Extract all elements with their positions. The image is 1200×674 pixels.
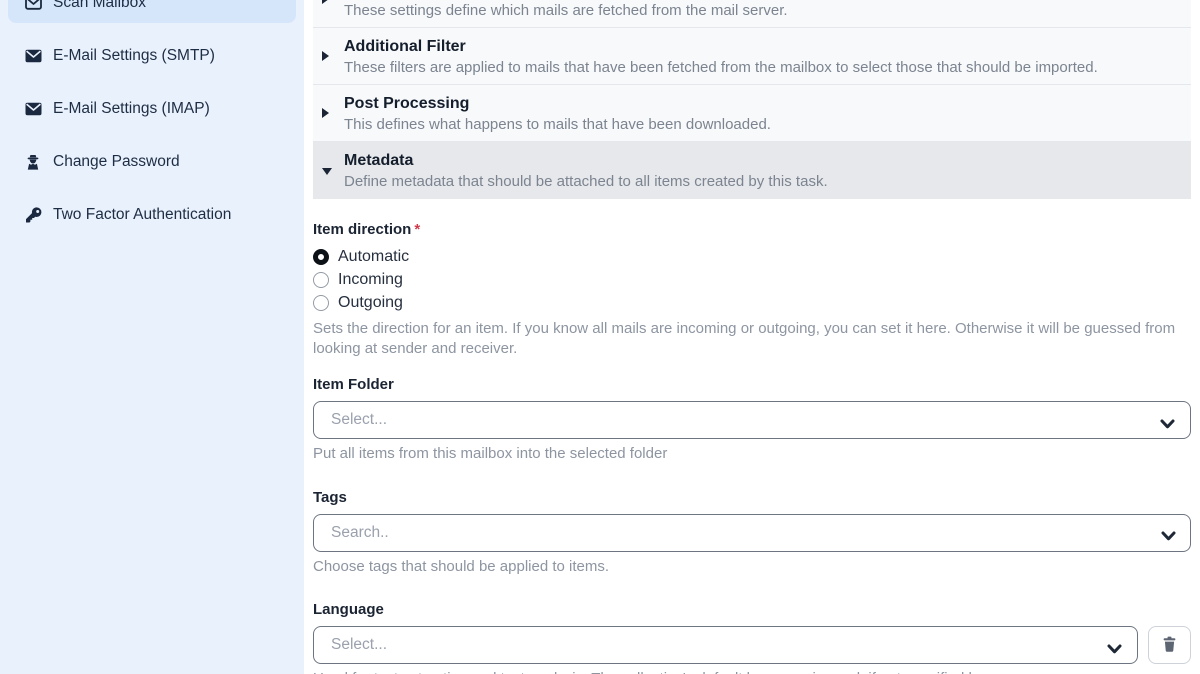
sidebar-item-label: Scan Mailbox [53,0,146,12]
tags-help: Choose tags that should be applied to it… [313,557,1191,577]
user-settings-page: Scan Mailbox E-Mail Settings (SMTP) E-Ma… [0,0,1200,674]
sidebar-item-label: Change Password [53,153,180,171]
tags-label: Tags [313,488,1191,507]
section-title: Metadata [344,150,1181,171]
metadata-form: Item direction* Automatic Incoming Outgo… [313,199,1191,674]
item-folder-help: Put all items from this mailbox into the… [313,444,1191,464]
user-secret-icon [24,154,42,170]
radio-option-incoming[interactable]: Incoming [313,268,1191,291]
tags-search-input[interactable] [313,514,1191,552]
sidebar-item-label: E-Mail Settings (IMAP) [53,100,210,118]
item-direction-label: Item direction [313,221,411,238]
section-row-metadata[interactable]: Metadata Define metadata that should be … [313,142,1191,199]
sidebar-item-change-password[interactable]: Change Password [8,141,296,182]
key-icon [24,207,42,223]
item-direction-help: Sets the direction for an item. If you k… [313,319,1191,358]
section-subtitle: These filters are applied to mails that … [344,58,1181,78]
section-row-post-processing[interactable]: Post Processing This defines what happen… [313,85,1191,142]
settings-accordion: These settings define which mails are fe… [313,0,1191,199]
sidebar-item-email-settings-imap[interactable]: E-Mail Settings (IMAP) [8,88,296,129]
section-subtitle: These settings define which mails are fe… [344,1,1181,21]
chevron-down-icon [1160,416,1175,434]
required-marker: * [414,221,420,238]
section-subtitle: Define metadata that should be attached … [344,172,1181,192]
section-row-mail-fetch-settings[interactable]: These settings define which mails are fe… [313,0,1191,28]
envelope-open-icon [24,0,42,11]
radio-selected-icon[interactable] [313,249,329,265]
item-folder-label: Item Folder [313,375,1191,394]
envelope-icon [24,48,42,64]
item-folder-select[interactable]: Select... [313,401,1191,439]
section-title: Post Processing [344,93,1181,114]
sidebar-item-label: E-Mail Settings (SMTP) [53,47,215,65]
sidebar-item-scan-mailbox[interactable]: Scan Mailbox [8,0,296,23]
section-subtitle: This defines what happens to mails that … [344,115,1181,135]
tags-field: Tags Choose tags that should be applied … [313,488,1191,577]
item-direction-group: Item direction* Automatic Incoming Outgo… [313,220,1191,358]
chevron-down-icon [1161,528,1176,546]
sidebar-item-two-factor-auth[interactable]: Two Factor Authentication [8,194,296,235]
settings-sidebar: Scan Mailbox E-Mail Settings (SMTP) E-Ma… [0,0,304,674]
clear-language-button[interactable] [1148,626,1191,664]
radio-unselected-icon[interactable] [313,272,329,288]
section-row-additional-filter[interactable]: Additional Filter These filters are appl… [313,28,1191,85]
radio-unselected-icon[interactable] [313,295,329,311]
caret-right-icon [322,51,329,61]
radio-option-outgoing[interactable]: Outgoing [313,291,1191,314]
language-select[interactable]: Select... [313,626,1138,664]
sidebar-item-label: Two Factor Authentication [53,206,231,224]
sidebar-item-email-settings-smtp[interactable]: E-Mail Settings (SMTP) [8,35,296,76]
section-title: Additional Filter [344,36,1181,57]
scan-mailbox-form: These settings define which mails are fe… [313,0,1191,674]
radio-option-automatic[interactable]: Automatic [313,245,1191,268]
language-label: Language [313,600,1191,619]
chevron-down-icon [1107,641,1122,659]
language-help: Used for text extraction and text analys… [313,669,1191,674]
caret-right-icon [322,0,329,4]
item-direction-radio-group: Automatic Incoming Outgoing [313,245,1191,314]
caret-right-icon [322,108,329,118]
trash-icon [1162,636,1177,655]
language-field: Language Select... Used for text ext [313,600,1191,674]
envelope-icon [24,101,42,117]
caret-down-icon [322,168,332,175]
item-folder-field: Item Folder Select... Put all items from… [313,375,1191,464]
